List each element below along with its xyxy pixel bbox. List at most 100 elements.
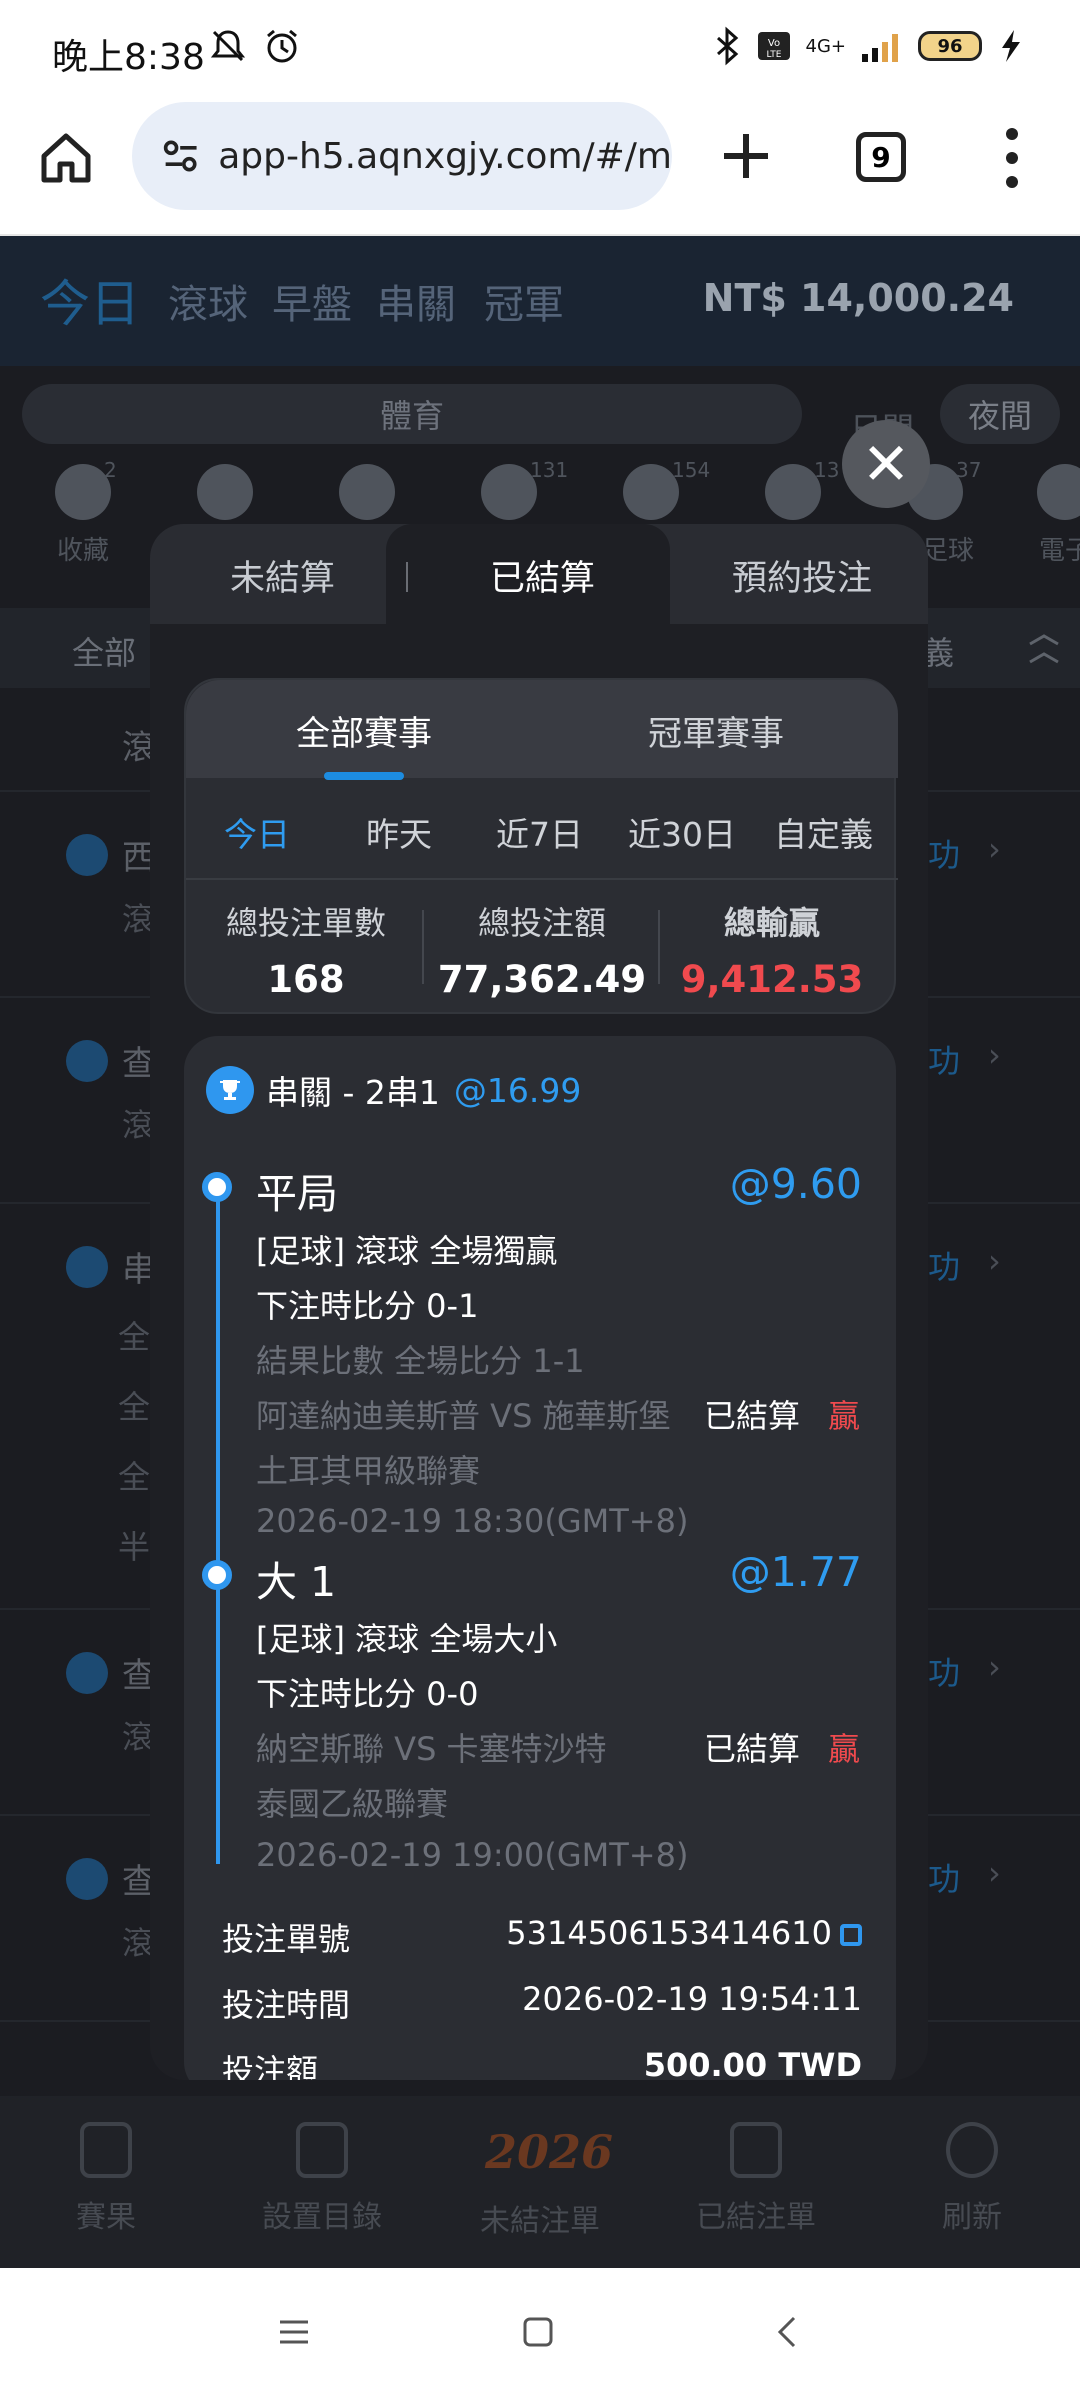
summary-card: 全部賽事 冠軍賽事 今日 昨天 近7日 近30日 自定義 總投注單數 168 總投…: [184, 678, 898, 1014]
tab-switcher-button[interactable]: 9: [856, 132, 906, 182]
trophy-icon: [66, 1652, 108, 1694]
status-bar: 晚上8:38 Vo LTE 4G+ 96: [0, 0, 1080, 100]
tab-settled[interactable]: 已結算: [490, 550, 595, 601]
bet-card[interactable]: 串關 - 2串1 @16.99 平局 @9.60 [足球] 滾球 全場獨贏 下注…: [184, 1036, 896, 2080]
tab-outright-events[interactable]: 冠軍賽事: [648, 706, 784, 755]
nav-tab-today[interactable]: 今日: [40, 264, 140, 336]
leg-market: [足球] 滾球 全場獨贏: [256, 1232, 558, 1270]
category-hot[interactable]: [312, 464, 422, 520]
order-number: 5314506153414610: [506, 1914, 832, 1952]
new-tab-icon[interactable]: [716, 126, 776, 186]
sliders-icon: [296, 2122, 348, 2178]
leg-match: 阿達納迪美斯普 VS 施華斯堡: [256, 1397, 671, 1435]
football-icon: [481, 464, 537, 520]
active-tab-underline: [324, 772, 404, 780]
leg-league: 土耳其甲級聯賽: [256, 1452, 481, 1490]
filter-all[interactable]: 全部: [72, 628, 136, 674]
mute-icon: [210, 30, 246, 62]
battery-indicator: 96: [918, 31, 982, 61]
fire-icon: [339, 464, 395, 520]
bottom-nav-results[interactable]: 賽果: [16, 2122, 196, 2236]
recents-icon[interactable]: [276, 2314, 312, 2350]
browser-toolbar: app-h5.aqnxgjy.com/#/m 9: [0, 100, 1080, 236]
night-mode-toggle[interactable]: 夜間: [940, 384, 1060, 444]
bet-type: 串關 - 2串1: [266, 1073, 440, 1112]
timeline-dot: [202, 1172, 232, 1202]
app-header: 今日 滾球 早盤 串關 冠軍 NT$ 14,000.24: [0, 236, 1080, 366]
network-type: 4G+: [805, 35, 846, 57]
category-esports[interactable]: 13: [738, 458, 848, 520]
trophy-icon: [66, 1858, 108, 1900]
refresh-icon: [946, 2122, 998, 2178]
back-icon[interactable]: [770, 2314, 806, 2350]
leg-timeline: [216, 1184, 220, 1864]
bet-total-odds: @16.99: [453, 1070, 582, 1110]
trophy-icon: [66, 1040, 108, 1082]
category-electronic[interactable]: 電子: [1010, 464, 1080, 567]
leg-odds: @9.60: [729, 1160, 862, 1208]
gamepad-icon: [765, 464, 821, 520]
nav-tab-live[interactable]: 滾球: [168, 272, 248, 330]
year-2026-logo: 2026: [485, 2125, 614, 2179]
site-settings-icon[interactable]: [162, 136, 200, 176]
url-bar[interactable]: app-h5.aqnxgjy.com/#/m: [132, 102, 672, 210]
alarm-icon: [267, 29, 297, 63]
url-text: app-h5.aqnxgjy.com/#/m: [218, 135, 672, 177]
leg-status: 已結算: [704, 1730, 801, 1768]
account-balance: NT$ 14,000.24: [702, 276, 1014, 320]
leg-odds: @1.77: [729, 1548, 862, 1596]
range-7-days[interactable]: 近7日: [496, 808, 583, 856]
nav-tab-early[interactable]: 早盤: [272, 272, 352, 330]
stat-total-bets: 總投注單數 168: [225, 904, 386, 1001]
bottom-nav-settled[interactable]: 已結注單: [666, 2122, 846, 2236]
leg-time: 2026-02-19 18:30(GMT+8): [256, 1502, 689, 1540]
leg-status: 已結算: [704, 1397, 801, 1435]
bottom-nav-refresh[interactable]: 刷新: [882, 2122, 1062, 2236]
nav-tab-outright[interactable]: 冠軍: [484, 272, 564, 330]
range-30-days[interactable]: 近30日: [628, 808, 736, 856]
trophy-icon: [66, 1246, 108, 1288]
category-basketball[interactable]: 154: [596, 458, 710, 520]
timeline-dot: [202, 1560, 232, 1590]
svg-text:LTE: LTE: [766, 50, 781, 60]
bottom-nav-unsettled[interactable]: 2026 未結注單: [450, 2122, 630, 2240]
tab-all-events[interactable]: 全部賽事: [296, 706, 432, 755]
nav-tab-parlay[interactable]: 串關: [376, 272, 456, 330]
bottom-nav-settings[interactable]: 設置目錄: [232, 2122, 412, 2236]
charging-icon: [1002, 30, 1020, 62]
document-icon: [80, 2122, 132, 2178]
home-icon[interactable]: [36, 128, 96, 188]
close-modal-button[interactable]: ✕: [842, 420, 930, 508]
clipboard-yen-icon: [730, 2122, 782, 2178]
tab-unsettled[interactable]: 未結算: [230, 550, 335, 601]
volte-icon: VoLTE: [757, 32, 790, 60]
leg-pick: 大 1: [256, 1558, 337, 1606]
leg-pick: 平局: [256, 1170, 338, 1218]
category-notes[interactable]: [170, 464, 280, 520]
chevron-right-icon: ›: [988, 1648, 1001, 1686]
copy-icon[interactable]: [840, 1924, 862, 1946]
category-football[interactable]: 131: [454, 458, 568, 520]
collapse-icon[interactable]: [1024, 634, 1064, 664]
signal-icon: [862, 34, 898, 62]
leg-time: 2026-02-19 19:00(GMT+8): [256, 1836, 689, 1874]
browser-menu-icon[interactable]: [1006, 128, 1020, 188]
sport-segment[interactable]: 體育: [22, 384, 802, 444]
chevron-right-icon: ›: [988, 1242, 1001, 1280]
range-today[interactable]: 今日: [224, 808, 290, 856]
home-nav-icon[interactable]: [520, 2314, 556, 2350]
chevron-right-icon: ›: [988, 1036, 1001, 1074]
modal-tabs: 未結算 已結算 預約投注: [150, 524, 928, 624]
star-icon: [55, 464, 111, 520]
range-custom[interactable]: 自定義: [774, 808, 873, 856]
leg-match: 納空斯聯 VS 卡塞特沙特: [256, 1730, 607, 1768]
leg-score-at-bet: 下注時比分 0-1: [256, 1287, 479, 1325]
stat-total-stake: 總投注額 77,362.49: [437, 904, 647, 1001]
bottom-nav: 賽果 設置目錄 2026 未結注單 已結注單 刷新: [0, 2096, 1080, 2268]
category-favorites[interactable]: 收藏 2: [28, 458, 138, 567]
nba-icon: [1037, 464, 1080, 520]
tab-scheduled[interactable]: 預約投注: [732, 550, 872, 601]
range-yesterday[interactable]: 昨天: [366, 808, 432, 856]
basketball-icon: [623, 464, 679, 520]
trophy-icon: [206, 1066, 254, 1114]
